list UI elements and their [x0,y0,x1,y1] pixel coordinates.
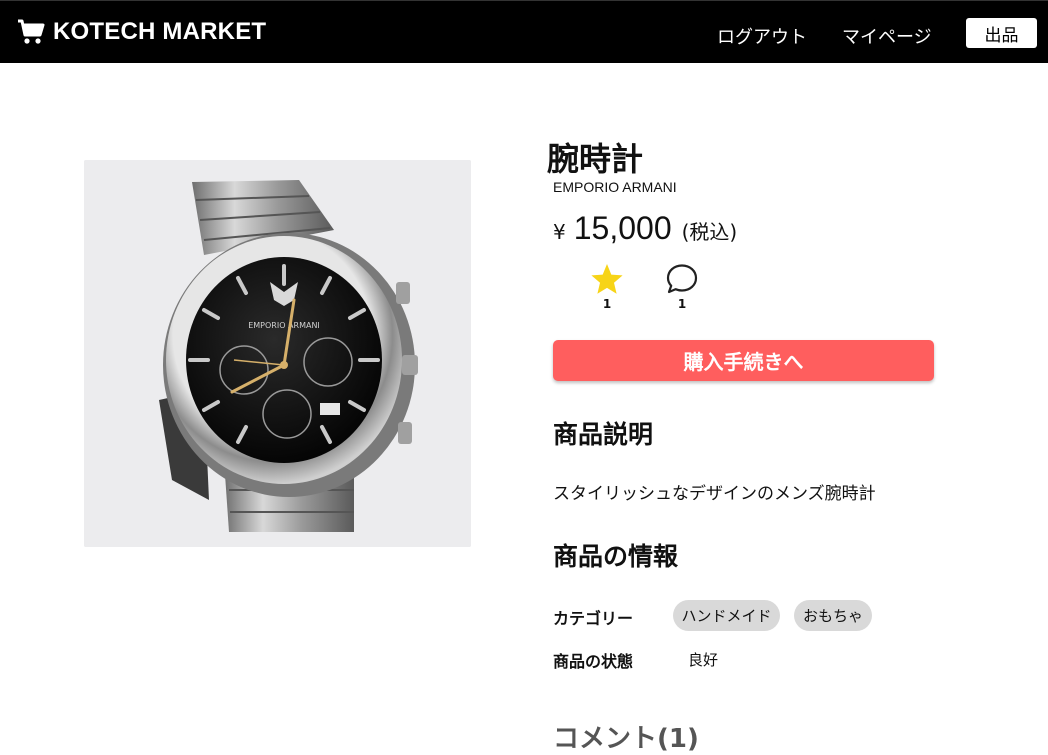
product-brand: EMPORIO ARMANI [553,179,677,195]
comment-count: 1 [677,297,687,311]
cart-icon [18,19,45,44]
category-tag: おもちゃ [794,600,872,631]
star-icon [591,264,623,294]
category-label: カテゴリー [553,609,634,628]
dial-brand-text: EMPORIO ARMANI [248,321,320,330]
comment-bubble-icon [666,264,698,294]
info-heading: 商品の情報 [553,542,679,571]
top-navbar: KOTECH MARKET ログアウト マイページ 出品 [0,0,1048,63]
sell-button[interactable]: 出品 [966,18,1037,48]
price-amount: 15,000 [573,210,672,246]
description-heading: 商品説明 [553,420,654,449]
brand-name: KOTECH MARKET [53,18,267,45]
like-count: 1 [602,297,612,311]
description-text: スタイリッシュなデザインのメンズ腕時計 [553,484,876,504]
brand-logo[interactable]: KOTECH MARKET [17,18,266,46]
product-price: ¥ 15,000 (税込) [553,210,737,247]
tax-note: (税込) [681,220,738,244]
condition-value: 良好 [688,651,719,669]
comments-heading: コメント(1) [553,724,699,754]
product-title: 腕時計 [547,140,644,178]
wristwatch-image: EMPORIO ARMANI [84,160,471,547]
condition-label: 商品の状態 [553,652,634,671]
product-image: EMPORIO ARMANI [84,160,471,547]
comment-button[interactable]: 1 [662,262,702,311]
purchase-button[interactable]: 購入手続きへ [553,340,934,381]
category-tag: ハンドメイド [673,600,780,631]
currency-symbol: ¥ [553,220,566,244]
logout-link[interactable]: ログアウト [717,23,807,49]
like-button[interactable]: 1 [587,262,627,311]
mypage-link[interactable]: マイページ [842,23,932,49]
